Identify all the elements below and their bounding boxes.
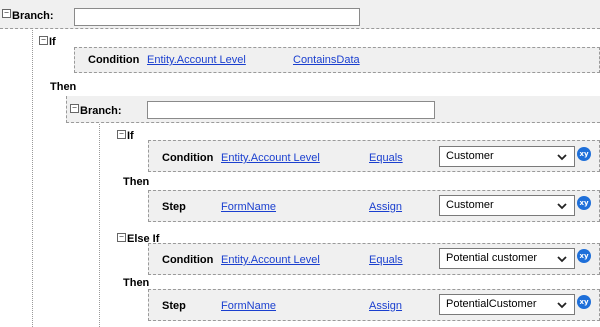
else-if-condition-operator-link[interactable]: Equals [369,254,403,266]
if-collapse-icon[interactable]: − [39,36,48,45]
step2-label: Step [162,300,186,312]
condition-operator-link[interactable]: ContainsData [293,54,360,66]
chevron-down-icon [557,154,567,161]
else-if-condition-value-select[interactable]: Potential customer [439,248,575,269]
step1-operator-link[interactable]: Assign [369,201,402,213]
root-branch-collapse-icon[interactable]: − [2,9,11,18]
root-branch-label: Branch: [12,10,54,22]
step1-value-select[interactable]: Customer [439,195,575,216]
inner-branch-name-input[interactable] [147,101,435,119]
xy-icon[interactable]: xy [577,295,591,309]
chevron-down-icon [557,203,567,210]
select-value: Potential customer [446,252,538,264]
inner-then2-label: Then [123,277,150,289]
step1-field-link[interactable]: FormName [221,201,276,213]
step1-label: Step [162,201,186,213]
xy-icon[interactable]: xy [577,249,591,263]
select-value: Customer [446,199,494,211]
else-if-condition-field-link[interactable]: Entity.Account Level [221,254,320,266]
if-label: If [49,36,56,48]
select-value: Customer [446,150,494,162]
inner-if-condition-operator-link[interactable]: Equals [369,152,403,164]
then-label: Then [50,81,77,93]
step2-operator-link[interactable]: Assign [369,300,402,312]
inner-branch-collapse-icon[interactable]: − [70,104,79,113]
inner-if-condition-value-select[interactable]: Customer [439,146,575,167]
xy-icon[interactable]: xy [577,196,591,210]
select-value: PotentialCustomer [446,298,537,310]
chevron-down-icon [557,256,567,263]
inner-if-condition-label: Condition [162,152,214,164]
inner-tree-guide-line [99,124,100,327]
condition-field-link[interactable]: Entity.Account Level [147,54,246,66]
inner-if-condition-field-link[interactable]: Entity.Account Level [221,152,320,164]
inner-branch-label: Branch: [80,105,122,117]
inner-if-collapse-icon[interactable]: − [117,130,126,139]
else-if-collapse-icon[interactable]: − [117,233,126,242]
tree-guide-line [32,30,33,327]
root-branch-name-input[interactable] [74,8,360,26]
inner-if-label: If [127,130,134,142]
xy-icon[interactable]: xy [577,147,591,161]
step2-field-link[interactable]: FormName [221,300,276,312]
condition-label: Condition [88,54,140,66]
chevron-down-icon [557,302,567,309]
step2-value-select[interactable]: PotentialCustomer [439,294,575,315]
inner-then1-label: Then [123,176,150,188]
else-if-condition-label: Condition [162,254,214,266]
